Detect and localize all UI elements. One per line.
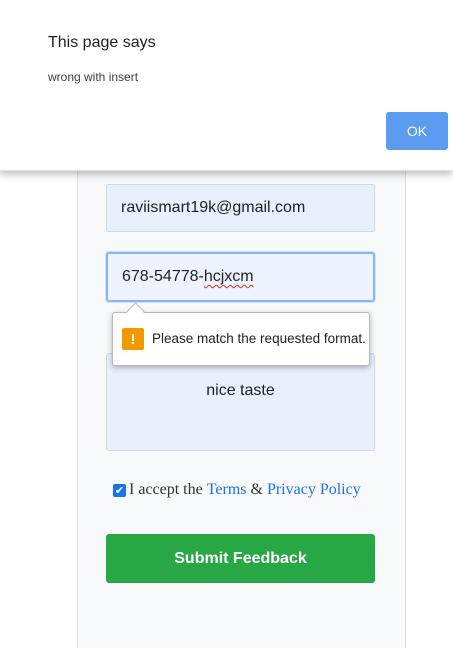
consent-joiner: &	[246, 481, 267, 498]
submit-feedback-button[interactable]: Submit Feedback	[106, 534, 375, 583]
dialog-title: This page says	[48, 34, 156, 51]
phone-field[interactable]: 678-54778- hcjxcm	[106, 252, 375, 302]
message-textarea[interactable]: nice taste	[106, 353, 375, 451]
ok-button[interactable]: OK	[386, 112, 448, 150]
dialog-message: wrong with insert	[48, 70, 139, 84]
email-field[interactable]: raviismart19k@gmail.com	[106, 184, 375, 232]
phone-value-misspelled: hcjxcm	[203, 268, 254, 285]
alert-dialog: This page says wrong with insert OK	[0, 0, 453, 171]
validation-message: Please match the requested format.	[152, 331, 366, 346]
consent-row: ✔ I accept the Terms & Privacy Policy	[113, 481, 361, 499]
message-value: nice taste	[206, 382, 275, 399]
consent-checkbox[interactable]: ✔	[113, 483, 126, 497]
email-value: raviismart19k@gmail.com	[121, 199, 306, 216]
privacy-policy-link[interactable]: Privacy Policy	[267, 481, 361, 499]
phone-value-prefix: 678-54778-	[122, 268, 204, 285]
terms-link[interactable]: Terms	[207, 481, 247, 499]
warning-icon: !	[122, 328, 144, 350]
consent-text-prefix: I accept the	[129, 481, 207, 498]
validation-tooltip: ! Please match the requested format.	[112, 302, 370, 366]
